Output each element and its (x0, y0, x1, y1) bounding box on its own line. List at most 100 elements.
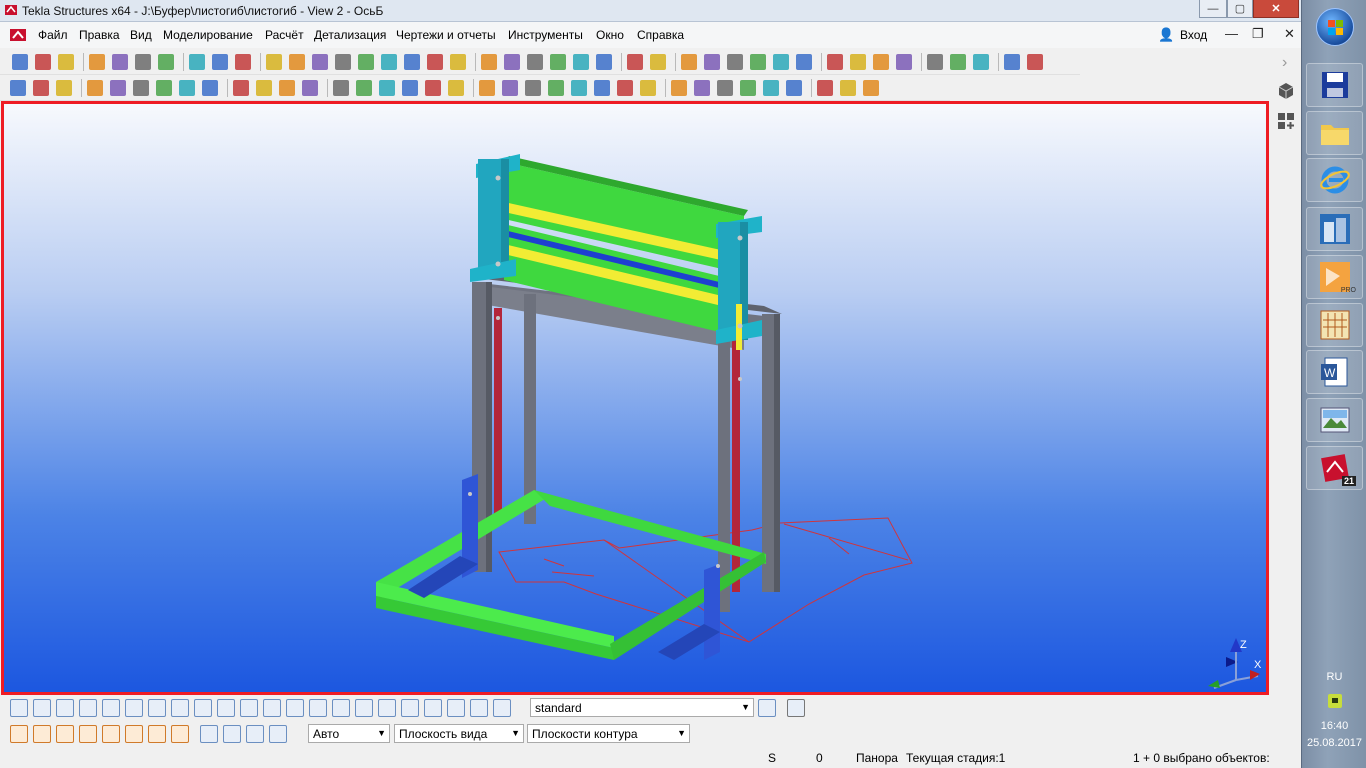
selection-switch-8-icon[interactable] (171, 699, 189, 717)
selection-switch-21-icon[interactable] (470, 699, 488, 717)
snap-option-3-icon[interactable] (246, 725, 264, 743)
taskbar-schedule-app[interactable] (1306, 303, 1363, 347)
network-icon[interactable] (1326, 692, 1344, 710)
modeling-tool-27-icon[interactable] (640, 80, 656, 96)
modeling-tool-3-icon[interactable] (56, 80, 72, 96)
modeling-tool-20-icon[interactable] (479, 80, 495, 96)
standard-tool-7-icon[interactable] (158, 54, 174, 70)
clock-date[interactable]: 25.08.2017 (1302, 737, 1366, 749)
modeling-tool-9-icon[interactable] (202, 80, 218, 96)
selection-switch-10-icon[interactable] (217, 699, 235, 717)
standard-tool-29-icon[interactable] (704, 54, 720, 70)
standard-tool-28-icon[interactable] (681, 54, 697, 70)
tekla-logo-icon[interactable] (8, 26, 28, 44)
snap-option-1-icon[interactable] (200, 725, 218, 743)
modeling-tool-14-icon[interactable] (333, 80, 349, 96)
menu-help[interactable]: Справка (637, 28, 684, 42)
menu-edit[interactable]: Правка (79, 28, 120, 42)
standard-tool-22-icon[interactable] (527, 54, 543, 70)
expand-panel-icon[interactable]: › (1282, 54, 1287, 72)
standard-tool-9-icon[interactable] (212, 54, 228, 70)
standard-tool-40-icon[interactable] (973, 54, 989, 70)
selection-switch-19-icon[interactable] (424, 699, 442, 717)
login-link[interactable]: Вход (1180, 28, 1207, 42)
standard-tool-24-icon[interactable] (573, 54, 589, 70)
modeling-tool-21-icon[interactable] (502, 80, 518, 96)
modeling-tool-28-icon[interactable] (671, 80, 687, 96)
standard-tool-11-icon[interactable] (266, 54, 282, 70)
modeling-tool-5-icon[interactable] (110, 80, 126, 96)
modeling-tool-33-icon[interactable] (786, 80, 802, 96)
modeling-tool-2-icon[interactable] (33, 80, 49, 96)
snap-switch-5-icon[interactable] (102, 725, 120, 743)
zoom-settings-icon[interactable] (758, 699, 776, 717)
modeling-tool-31-icon[interactable] (740, 80, 756, 96)
doc-minimize-button[interactable]: — (1225, 26, 1238, 41)
modeling-tool-6-icon[interactable] (133, 80, 149, 96)
selection-switch-16-icon[interactable] (355, 699, 373, 717)
language-indicator[interactable]: RU (1302, 671, 1366, 683)
snap-switch-3-icon[interactable] (56, 725, 74, 743)
standard-tool-8-icon[interactable] (189, 54, 205, 70)
standard-tool-35-icon[interactable] (850, 54, 866, 70)
maximize-button[interactable]: ▢ (1227, 0, 1253, 18)
selection-switch-2-icon[interactable] (33, 699, 51, 717)
modeling-tool-26-icon[interactable] (617, 80, 633, 96)
standard-tool-34-icon[interactable] (827, 54, 843, 70)
snap-switch-6-icon[interactable] (125, 725, 143, 743)
standard-tool-17-icon[interactable] (404, 54, 420, 70)
standard-tool-37-icon[interactable] (896, 54, 912, 70)
applications-icon[interactable] (1277, 112, 1295, 130)
menu-detailing[interactable]: Детализация (314, 28, 386, 42)
standard-tool-19-icon[interactable] (450, 54, 466, 70)
select-cursor-icon[interactable] (787, 699, 805, 717)
selection-switch-11-icon[interactable] (240, 699, 258, 717)
modeling-tool-10-icon[interactable] (233, 80, 249, 96)
selection-switch-20-icon[interactable] (447, 699, 465, 717)
selection-switch-9-icon[interactable] (194, 699, 212, 717)
snap-switch-1-icon[interactable] (10, 725, 28, 743)
snap-switch-2-icon[interactable] (33, 725, 51, 743)
user-icon[interactable]: 👤 (1158, 27, 1174, 43)
modeling-tool-12-icon[interactable] (279, 80, 295, 96)
standard-tool-16-icon[interactable] (381, 54, 397, 70)
standard-tool-27-icon[interactable] (650, 54, 666, 70)
selection-switch-4-icon[interactable] (79, 699, 97, 717)
selection-switch-18-icon[interactable] (401, 699, 419, 717)
close-button[interactable]: ✕ (1253, 0, 1299, 18)
menu-view[interactable]: Вид (130, 28, 152, 42)
modeling-tool-7-icon[interactable] (156, 80, 172, 96)
modeling-tool-24-icon[interactable] (571, 80, 587, 96)
taskbar-word[interactable]: W (1306, 350, 1363, 394)
standard-tool-33-icon[interactable] (796, 54, 812, 70)
selection-switch-6-icon[interactable] (125, 699, 143, 717)
menu-modeling[interactable]: Моделирование (163, 28, 253, 42)
doc-restore-button[interactable]: ❐ (1252, 26, 1264, 42)
modeling-tool-34-icon[interactable] (817, 80, 833, 96)
snap-mode-select[interactable]: Авто ▼ (308, 724, 390, 743)
selection-switch-22-icon[interactable] (493, 699, 511, 717)
modeling-tool-13-icon[interactable] (302, 80, 318, 96)
standard-tool-2-icon[interactable] (35, 54, 51, 70)
taskbar-save-app[interactable] (1306, 63, 1363, 107)
modeling-tool-35-icon[interactable] (840, 80, 856, 96)
selection-switch-3-icon[interactable] (56, 699, 74, 717)
modeling-tool-23-icon[interactable] (548, 80, 564, 96)
standard-tool-6-icon[interactable] (135, 54, 151, 70)
standard-tool-1-icon[interactable] (12, 54, 28, 70)
start-button[interactable] (1316, 8, 1354, 46)
taskbar-image-viewer[interactable] (1306, 398, 1363, 442)
selection-switch-7-icon[interactable] (148, 699, 166, 717)
modeling-tool-8-icon[interactable] (179, 80, 195, 96)
standard-tool-23-icon[interactable] (550, 54, 566, 70)
standard-tool-42-icon[interactable] (1027, 54, 1043, 70)
standard-tool-36-icon[interactable] (873, 54, 889, 70)
modeling-tool-25-icon[interactable] (594, 80, 610, 96)
standard-tool-3-icon[interactable] (58, 54, 74, 70)
modeling-tool-29-icon[interactable] (694, 80, 710, 96)
standard-tool-32-icon[interactable] (773, 54, 789, 70)
standard-tool-25-icon[interactable] (596, 54, 612, 70)
view-plane-select[interactable]: Плоскость вида ▼ (394, 724, 524, 743)
contour-planes-select[interactable]: Плоскости контура ▼ (527, 724, 690, 743)
menu-tools[interactable]: Инструменты (508, 28, 583, 42)
